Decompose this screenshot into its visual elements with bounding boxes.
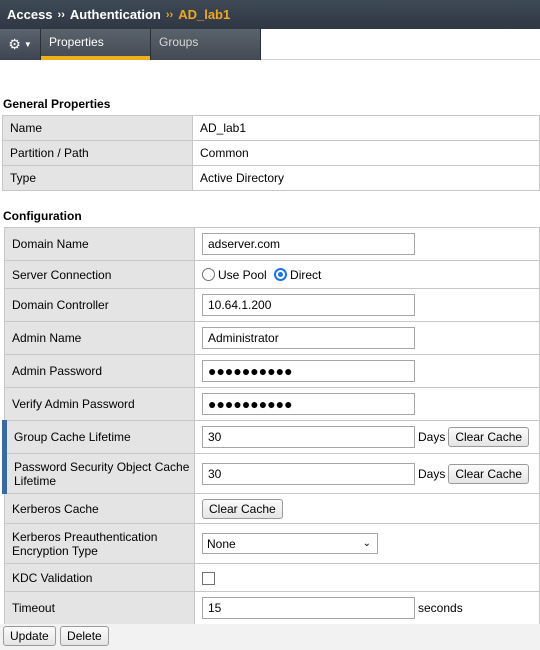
breadcrumb-access[interactable]: Access	[7, 7, 53, 22]
admin-password-input[interactable]	[202, 360, 415, 382]
gear-icon: ⚙	[8, 36, 21, 52]
table-row: Name AD_lab1	[2, 115, 540, 141]
tab-groups[interactable]: Groups	[151, 29, 261, 60]
admin-name-input[interactable]	[202, 327, 415, 349]
row-label: Partition / Path	[2, 140, 193, 166]
caret-down-icon: ▼	[23, 40, 32, 49]
table-row: Group Cache Lifetime DaysClear Cache	[2, 420, 540, 454]
use-pool-label: Use Pool	[218, 267, 267, 282]
breadcrumb-current: AD_lab1	[178, 7, 231, 22]
verify-password-input[interactable]	[202, 393, 415, 415]
kerberos-preauth-label: Kerberos Preauthentication Encryption Ty…	[4, 523, 195, 564]
configuration-title: Configuration	[3, 209, 82, 223]
table-row: Domain Controller	[4, 288, 540, 322]
configuration-table: Domain Name Server Connection Use Pool D…	[2, 227, 540, 625]
table-row: Admin Password	[4, 354, 540, 388]
tab-bar: ⚙ ▼ Properties Groups	[0, 29, 540, 60]
domain-name-input[interactable]	[202, 233, 415, 255]
kdc-validation-label: KDC Validation	[4, 563, 195, 592]
server-connection-label: Server Connection	[4, 260, 195, 289]
domain-name-label: Domain Name	[4, 227, 195, 261]
kdc-validation-checkbox[interactable]	[202, 571, 215, 585]
verify-password-label: Verify Admin Password	[4, 387, 195, 421]
chevron-down-icon: ⌄	[362, 538, 371, 549]
kerberos-cache-label: Kerberos Cache	[4, 493, 195, 524]
admin-password-label: Admin Password	[4, 354, 195, 388]
breadcrumb: Access ›› Authentication ›› AD_lab1	[0, 0, 540, 29]
kerberos-cache-clear-button[interactable]: Clear Cache	[202, 498, 283, 519]
direct-label: Direct	[290, 267, 322, 282]
row-label: Type	[2, 165, 193, 191]
domain-controller-input[interactable]	[202, 294, 415, 316]
row-value: Active Directory	[192, 165, 540, 191]
seconds-unit: seconds	[418, 601, 463, 615]
tab-label: Properties	[49, 35, 104, 49]
kerberos-preauth-select[interactable]: None ⌄	[202, 533, 378, 554]
table-row: KDC Validation	[4, 563, 540, 592]
row-label: Name	[2, 115, 193, 141]
table-row: Admin Name	[4, 321, 540, 355]
group-cache-clear-button[interactable]: Clear Cache	[448, 427, 530, 447]
admin-name-label: Admin Name	[4, 321, 195, 355]
breadcrumb-authentication[interactable]: Authentication	[70, 7, 161, 22]
timeout-label: Timeout	[4, 591, 195, 625]
table-row: Verify Admin Password	[4, 387, 540, 421]
breadcrumb-separator: ››	[165, 8, 174, 21]
breadcrumb-separator: ››	[57, 8, 65, 21]
group-cache-lifetime-label: Group Cache Lifetime	[2, 420, 195, 454]
row-value: Common	[192, 140, 540, 166]
table-row: Domain Name	[4, 227, 540, 261]
row-value: AD_lab1	[192, 115, 540, 141]
password-cache-lifetime-input[interactable]	[202, 462, 415, 485]
general-properties-title: General Properties	[3, 97, 111, 111]
table-row: Kerberos Preauthentication Encryption Ty…	[4, 523, 540, 564]
update-button[interactable]: Update	[3, 626, 56, 646]
delete-button[interactable]: Delete	[60, 626, 109, 646]
settings-menu-button[interactable]: ⚙ ▼	[0, 29, 41, 60]
tab-properties[interactable]: Properties	[41, 29, 151, 60]
table-row: Kerberos Cache Clear Cache	[4, 493, 540, 524]
general-properties-table: Name AD_lab1 Partition / Path Common Typ…	[2, 115, 540, 191]
domain-controller-label: Domain Controller	[4, 288, 195, 322]
password-cache-clear-button[interactable]: Clear Cache	[448, 463, 530, 484]
group-cache-lifetime-input[interactable]	[202, 426, 415, 448]
select-value: None	[207, 536, 236, 551]
table-row: Server Connection Use Pool Direct	[4, 260, 540, 289]
table-row: Type Active Directory	[2, 165, 540, 191]
table-row: Timeout seconds	[4, 591, 540, 625]
days-unit: Days	[418, 466, 446, 481]
table-row: Password Security Object Cache Lifetime …	[2, 453, 540, 494]
direct-radio[interactable]	[274, 267, 288, 281]
days-unit: Days	[418, 430, 446, 444]
use-pool-radio[interactable]	[202, 267, 215, 281]
action-bar: Update Delete	[0, 624, 540, 650]
timeout-input[interactable]	[202, 597, 415, 619]
table-row: Partition / Path Common	[2, 140, 540, 166]
password-cache-lifetime-label: Password Security Object Cache Lifetime	[2, 453, 195, 494]
tab-label: Groups	[159, 35, 199, 49]
